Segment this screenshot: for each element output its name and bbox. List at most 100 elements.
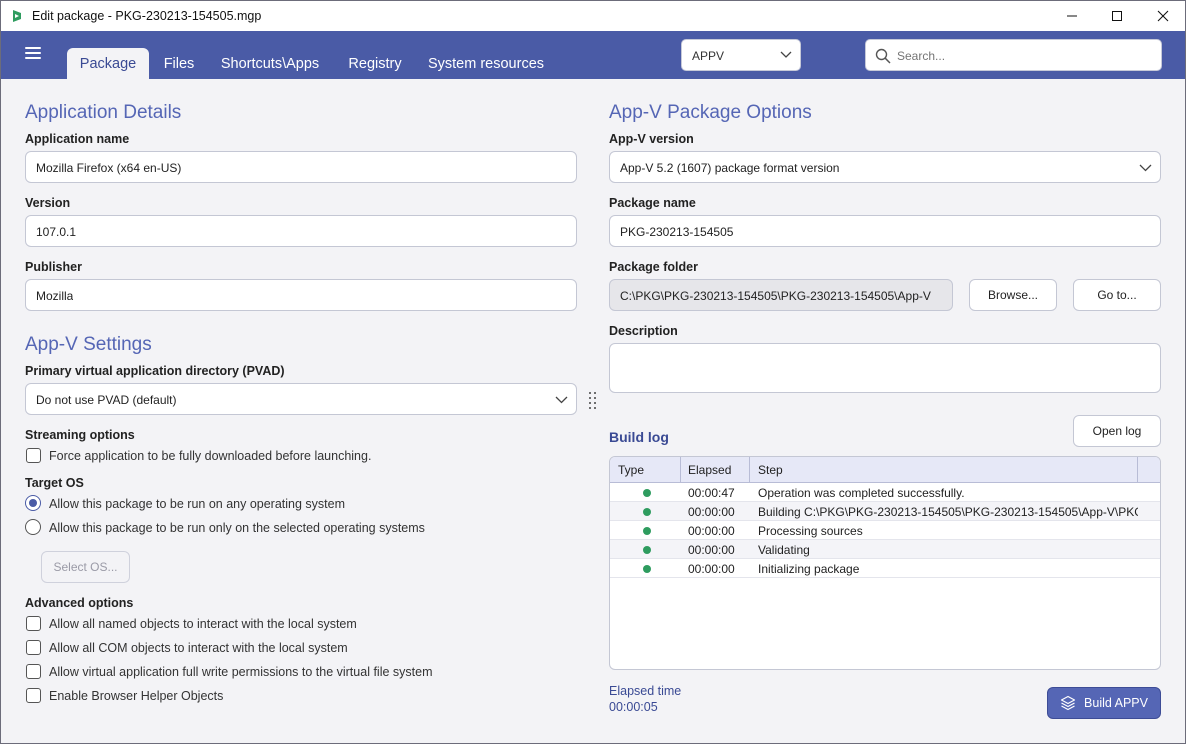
os-selected-label: Allow this package to be run only on the… [49, 521, 425, 535]
package-options-heading: App-V Package Options [609, 102, 812, 123]
table-row[interactable]: 00:00:00 Processing sources [610, 521, 1160, 540]
appv-version-value: App-V 5.2 (1607) package format version [620, 161, 840, 175]
application-details-heading: Application Details [25, 102, 182, 123]
package-folder-field: C:\PKG\PKG-230213-154505\PKG-230213-1545… [609, 279, 953, 311]
com-objects-checkbox[interactable] [26, 640, 41, 655]
package-name-field[interactable]: PKG-230213-154505 [609, 215, 1161, 247]
package-folder-value: C:\PKG\PKG-230213-154505\PKG-230213-1545… [620, 289, 931, 303]
tab-registry[interactable]: Registry [341, 48, 409, 79]
force-download-checkbox[interactable] [26, 448, 41, 463]
appv-version-select[interactable]: App-V 5.2 (1607) package format version [609, 151, 1161, 183]
maximize-icon [1112, 11, 1122, 21]
select-os-button[interactable]: Select OS... [41, 551, 130, 583]
advanced-options-label: Advanced options [25, 596, 134, 610]
layers-icon [1060, 695, 1076, 711]
success-status-icon [643, 489, 651, 497]
appv-version-label: App-V version [609, 132, 694, 146]
table-row[interactable]: 00:00:00 Validating [610, 540, 1160, 559]
browser-helper-label: Enable Browser Helper Objects [49, 689, 224, 703]
search-box[interactable] [865, 39, 1162, 71]
application-name-label: Application name [25, 132, 130, 146]
goto-button[interactable]: Go to... [1073, 279, 1161, 311]
package-folder-label: Package folder [609, 260, 698, 274]
publisher-field[interactable]: Mozilla [25, 279, 577, 311]
search-input[interactable] [897, 47, 1147, 65]
target-os-label: Target OS [25, 476, 84, 490]
row-elapsed: 00:00:00 [688, 524, 735, 538]
table-header: Type Elapsed Step [610, 457, 1160, 483]
window-title: Edit package - PKG-230213-154505.mgp [32, 9, 262, 23]
search-icon [875, 48, 891, 64]
package-format-select[interactable]: APPV [681, 39, 801, 71]
streaming-options-label: Streaming options [25, 428, 135, 442]
full-write-checkbox[interactable] [26, 664, 41, 679]
row-step: Initializing package [758, 562, 860, 576]
package-name-label: Package name [609, 196, 696, 210]
build-log-heading: Build log [609, 429, 669, 445]
row-step: Processing sources [758, 524, 863, 538]
pvad-select[interactable]: Do not use PVAD (default) [25, 383, 577, 415]
tab-package[interactable]: Package [67, 48, 149, 79]
application-name-value: Mozilla Firefox (x64 en-US) [36, 161, 182, 175]
column-elapsed[interactable]: Elapsed [688, 463, 731, 477]
success-status-icon [643, 565, 651, 573]
column-step[interactable]: Step [758, 463, 783, 477]
os-any-radio[interactable] [25, 495, 41, 511]
success-status-icon [643, 546, 651, 554]
pvad-label: Primary virtual application directory (P… [25, 364, 285, 378]
description-label: Description [609, 324, 678, 338]
version-field[interactable]: 107.0.1 [25, 215, 577, 247]
drag-handle-icon[interactable] [588, 391, 598, 409]
publisher-value: Mozilla [36, 289, 74, 303]
version-label: Version [25, 196, 71, 210]
package-name-value: PKG-230213-154505 [620, 225, 734, 239]
elapsed-time-value: 00:00:05 [609, 700, 658, 714]
application-name-field[interactable]: Mozilla Firefox (x64 en-US) [25, 151, 577, 183]
row-step: Building C:\PKG\PKG-230213-154505\PKG-23… [758, 505, 1138, 519]
minimize-button[interactable] [1049, 1, 1095, 31]
build-appv-label: Build APPV [1084, 696, 1148, 710]
elapsed-time-label: Elapsed time [609, 684, 682, 698]
table-row[interactable]: 00:00:00 Initializing package [610, 559, 1160, 578]
row-elapsed: 00:00:00 [688, 562, 735, 576]
table-row[interactable]: 00:00:47 Operation was completed success… [610, 483, 1160, 502]
open-log-button[interactable]: Open log [1073, 415, 1161, 447]
named-objects-label: Allow all named objects to interact with… [49, 617, 357, 631]
row-step: Operation was completed successfully. [758, 486, 965, 500]
os-any-label: Allow this package to be run on any oper… [49, 497, 346, 511]
row-elapsed: 00:00:00 [688, 505, 735, 519]
publisher-label: Publisher [25, 260, 82, 274]
chevron-down-icon [780, 51, 792, 58]
os-selected-radio[interactable] [25, 519, 41, 535]
named-objects-checkbox[interactable] [26, 616, 41, 631]
close-button[interactable] [1140, 1, 1186, 31]
browser-helper-checkbox[interactable] [26, 688, 41, 703]
close-icon [1157, 10, 1169, 22]
maximize-button[interactable] [1094, 1, 1140, 31]
browse-button[interactable]: Browse... [969, 279, 1057, 311]
menu-icon[interactable] [25, 47, 43, 61]
nav-bar: Package Files Shortcuts\Apps Registry Sy… [1, 31, 1185, 79]
tab-shortcuts-apps[interactable]: Shortcuts\Apps [213, 48, 327, 79]
full-write-label: Allow virtual application full write per… [49, 665, 433, 679]
description-field[interactable] [609, 343, 1161, 393]
com-objects-label: Allow all COM objects to interact with t… [49, 641, 348, 655]
row-step: Validating [758, 543, 810, 557]
tab-files[interactable]: Files [153, 48, 205, 79]
appv-settings-heading: App-V Settings [25, 334, 152, 355]
tab-system-resources[interactable]: System resources [425, 48, 547, 79]
table-row[interactable]: 00:00:00 Building C:\PKG\PKG-230213-1545… [610, 502, 1160, 521]
chevron-down-icon [1139, 164, 1152, 172]
success-status-icon [643, 527, 651, 535]
build-log-table[interactable]: Type Elapsed Step 00:00:47 Operation was… [609, 456, 1161, 670]
window-frame-left [0, 31, 1, 744]
minimize-icon [1067, 15, 1077, 17]
build-appv-button[interactable]: Build APPV [1047, 687, 1161, 719]
success-status-icon [643, 508, 651, 516]
force-download-label: Force application to be fully downloaded… [49, 449, 372, 463]
column-type[interactable]: Type [618, 463, 644, 477]
row-elapsed: 00:00:00 [688, 543, 735, 557]
chevron-down-icon [555, 396, 568, 404]
pvad-value: Do not use PVAD (default) [36, 393, 177, 407]
version-value: 107.0.1 [36, 225, 77, 239]
